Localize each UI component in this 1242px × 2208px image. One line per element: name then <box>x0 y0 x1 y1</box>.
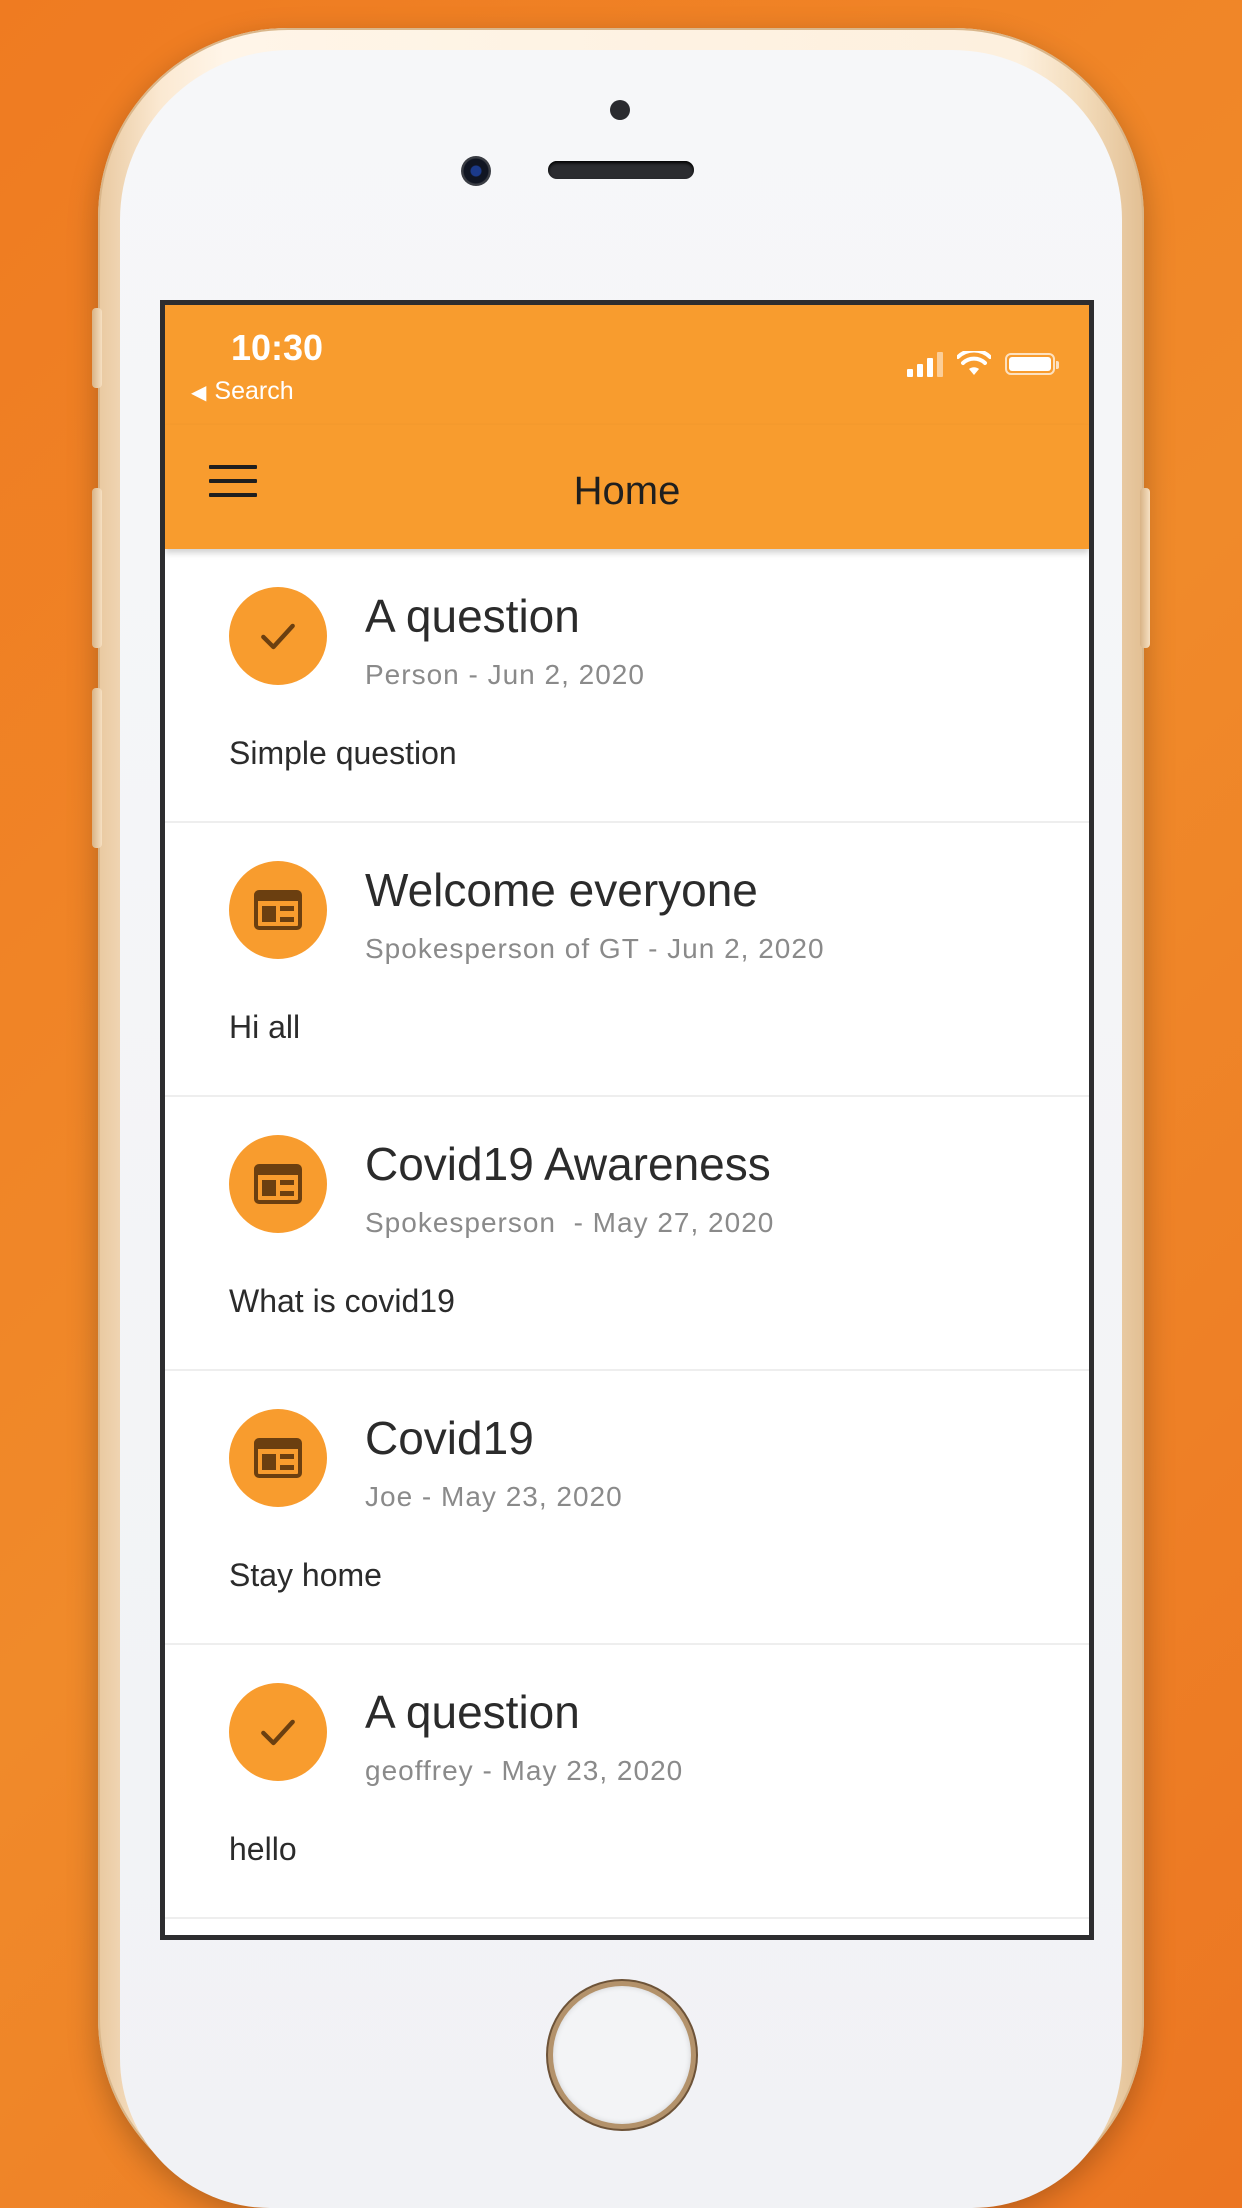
post-type-avatar <box>229 1409 327 1507</box>
post-title: Welcome everyone <box>365 864 758 916</box>
post-meta: Person - Jun 2, 2020 <box>365 659 645 690</box>
post-type-avatar <box>229 1683 327 1781</box>
app-screen: 10:30 ◀ Search Home A question Person - … <box>160 300 1094 1940</box>
home-button[interactable] <box>553 1986 691 2124</box>
post-body: Stay home <box>229 1557 382 1593</box>
post-meta: geoffrey - May 23, 2020 <box>365 1755 684 1786</box>
proximity-sensor <box>610 100 630 120</box>
front-camera <box>461 156 491 186</box>
app-bar: Home <box>165 425 1089 549</box>
post-card[interactable]: Welcome everyone Spokesperson of GT - Ju… <box>165 823 1089 1097</box>
page-title: Home <box>573 469 681 513</box>
post-type-avatar <box>229 861 327 959</box>
post-card[interactable]: Covid19 Awareness Spokesperson - May 27,… <box>165 1097 1089 1371</box>
power-button <box>1140 488 1150 648</box>
volume-down-button <box>92 688 102 848</box>
post-card[interactable]: A question geoffrey - May 23, 2020 hello <box>165 1645 1089 1919</box>
post-type-avatar <box>229 587 327 685</box>
volume-up-button <box>92 488 102 648</box>
cellular-signal-icon <box>907 351 943 377</box>
post-meta: Spokesperson of GT - Jun 2, 2020 <box>365 933 825 964</box>
back-arrow-icon: ◀ <box>191 382 207 404</box>
article-icon <box>254 1164 302 1204</box>
post-meta: Spokesperson - May 27, 2020 <box>365 1207 775 1238</box>
post-body: What is covid19 <box>229 1283 455 1319</box>
post-body: Simple question <box>229 735 457 771</box>
post-type-avatar <box>229 1135 327 1233</box>
article-icon <box>254 890 302 930</box>
post-title: Covid19 Awareness <box>365 1138 771 1190</box>
post-list: A question Person - Jun 2, 2020 Simple q… <box>165 549 1089 1919</box>
post-body: Hi all <box>229 1009 301 1045</box>
status-icons <box>907 351 1059 377</box>
post-card[interactable]: Covid19 Joe - May 23, 2020 Stay home <box>165 1371 1089 1645</box>
article-icon <box>254 1438 302 1478</box>
post-title: A question <box>365 590 580 642</box>
battery-icon <box>1005 353 1059 375</box>
post-title: A question <box>365 1686 580 1738</box>
status-time: 10:30 <box>231 327 324 368</box>
status-bar: 10:30 ◀ Search <box>165 305 1089 425</box>
mute-switch <box>92 308 102 388</box>
post-card[interactable]: A question Person - Jun 2, 2020 Simple q… <box>165 549 1089 823</box>
earpiece-speaker <box>548 161 694 179</box>
post-body: hello <box>229 1831 297 1867</box>
back-search-label: Search <box>214 377 294 405</box>
post-title: Covid19 <box>365 1412 534 1464</box>
check-icon <box>261 1719 295 1746</box>
post-meta: Joe - May 23, 2020 <box>365 1481 623 1512</box>
back-to-search-link[interactable]: ◀ Search <box>191 377 294 406</box>
wifi-icon <box>957 351 991 375</box>
check-icon <box>261 623 295 650</box>
